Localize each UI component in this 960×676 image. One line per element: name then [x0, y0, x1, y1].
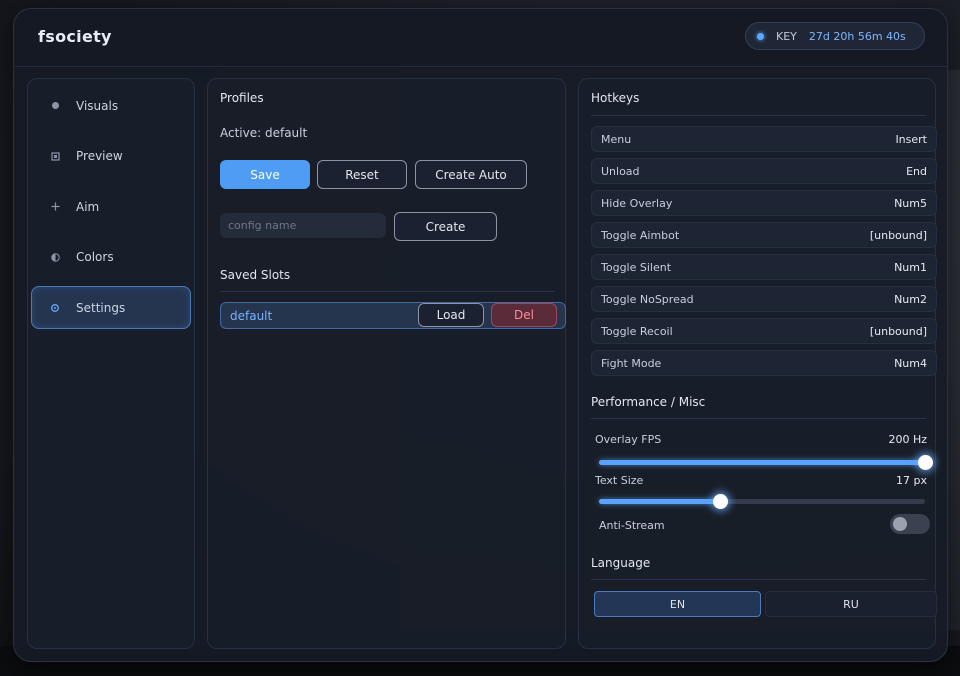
hotkey-name: Hide Overlay — [601, 196, 673, 210]
anti-stream-label: Anti-Stream — [599, 519, 665, 532]
divider — [591, 579, 926, 580]
hotkey-name: Fight Mode — [601, 356, 662, 370]
plus-icon — [50, 202, 60, 212]
key-badge: KEY 27d 20h 56m 40s — [745, 22, 925, 50]
hotkey-row-hide-overlay[interactable]: Hide Overlay Num5 — [591, 190, 937, 216]
language-option-en[interactable]: EN — [594, 591, 761, 617]
sidebar-item-label: Preview — [76, 149, 123, 163]
hotkey-key: Num4 — [894, 356, 927, 370]
sidebar-item-label: Colors — [76, 250, 114, 264]
sidebar-item-colors[interactable]: Colors — [31, 236, 191, 279]
slot-row[interactable]: default Load Del — [220, 302, 566, 329]
profiles-panel: Profiles Active: default Save Reset Crea… — [207, 78, 566, 649]
sidebar-item-label: Aim — [76, 199, 100, 214]
hotkey-row-unload[interactable]: Unload End — [591, 158, 937, 184]
hotkeys-title: Hotkeys — [591, 91, 640, 105]
hotkey-row-toggle-recoil[interactable]: Toggle Recoil [unbound] — [591, 318, 937, 344]
divider — [591, 418, 926, 419]
toggle-knob — [893, 517, 907, 531]
reset-button[interactable]: Reset — [317, 160, 407, 189]
slider-fill — [599, 499, 720, 504]
text-size-value: 17 px — [896, 474, 927, 487]
save-button[interactable]: Save — [220, 160, 310, 189]
hotkey-name: Toggle Recoil — [601, 324, 673, 338]
key-label: KEY — [776, 29, 797, 43]
language-title: Language — [591, 556, 651, 570]
overlay-fps-label: Overlay FPS — [595, 433, 662, 446]
hotkey-row-fight-mode[interactable]: Fight Mode Num4 — [591, 350, 937, 376]
settings-panel: Hotkeys Menu Insert Unload End Hide Over… — [578, 78, 937, 649]
hotkey-name: Toggle NoSpread — [601, 292, 694, 306]
config-name-input[interactable] — [220, 213, 386, 238]
sidebar-item-visuals[interactable]: Visuals — [31, 84, 191, 127]
sidebar: Visuals Preview Aim Colors Settings — [27, 78, 195, 649]
overlay-fps-slider[interactable] — [599, 455, 933, 470]
sidebar-item-settings[interactable]: Settings — [31, 286, 191, 329]
hotkey-name: Toggle Aimbot — [601, 228, 680, 242]
language-option-ru[interactable]: RU — [765, 591, 937, 617]
hotkey-row-toggle-nospread[interactable]: Toggle NoSpread Num2 — [591, 286, 937, 312]
half-circle-icon — [50, 252, 60, 262]
hotkey-name: Menu — [601, 132, 632, 146]
hotkey-name: Toggle Silent — [601, 260, 672, 274]
divider — [220, 291, 555, 292]
sidebar-item-aim[interactable]: Aim — [31, 185, 191, 228]
hotkey-key: End — [906, 164, 927, 178]
gear-icon — [50, 303, 60, 313]
app-title: fsociety — [38, 27, 112, 46]
slot-name: default — [230, 309, 273, 323]
anti-stream-toggle[interactable] — [890, 514, 930, 534]
hotkey-name: Unload — [601, 164, 640, 178]
slider-fill — [599, 460, 925, 465]
dot-icon — [50, 101, 60, 111]
create-auto-button[interactable]: Create Auto — [415, 160, 527, 189]
hotkey-key: [unbound] — [869, 228, 927, 242]
hotkey-key: Num2 — [894, 292, 927, 306]
slider-handle[interactable] — [918, 455, 933, 470]
hotkey-key: [unbound] — [869, 324, 927, 338]
hotkey-key: Num1 — [894, 260, 927, 274]
hotkey-key: Num5 — [894, 196, 927, 210]
status-dot-icon — [757, 32, 764, 40]
divider — [591, 115, 926, 116]
app-window: fsociety KEY 27d 20h 56m 40s Visuals Pre… — [13, 8, 948, 662]
saved-slots-title: Saved Slots — [220, 268, 291, 282]
active-profile-text: Active: default — [220, 126, 308, 140]
sidebar-item-label: Visuals — [76, 98, 119, 113]
delete-button[interactable]: Del — [491, 303, 557, 327]
sidebar-item-label: Settings — [76, 300, 126, 315]
language-selector: EN RU — [591, 591, 937, 617]
profiles-title: Profiles — [220, 91, 264, 105]
overlay-fps-value: 200 Hz — [888, 433, 927, 446]
text-size-slider[interactable] — [599, 494, 925, 509]
title-bar: fsociety KEY 27d 20h 56m 40s — [14, 9, 947, 67]
hotkey-row-menu[interactable]: Menu Insert — [591, 126, 937, 152]
text-size-label: Text Size — [595, 474, 644, 487]
sidebar-item-preview[interactable]: Preview — [31, 135, 191, 178]
create-button[interactable]: Create — [394, 212, 497, 241]
slider-handle[interactable] — [713, 494, 728, 509]
square-icon — [50, 151, 60, 161]
hotkey-row-toggle-silent[interactable]: Toggle Silent Num1 — [591, 254, 937, 280]
key-time-remaining: 27d 20h 56m 40s — [808, 29, 906, 43]
load-button[interactable]: Load — [418, 303, 484, 327]
hotkey-key: Insert — [895, 132, 927, 146]
performance-title: Performance / Misc — [591, 395, 706, 409]
hotkey-row-toggle-aimbot[interactable]: Toggle Aimbot [unbound] — [591, 222, 937, 248]
